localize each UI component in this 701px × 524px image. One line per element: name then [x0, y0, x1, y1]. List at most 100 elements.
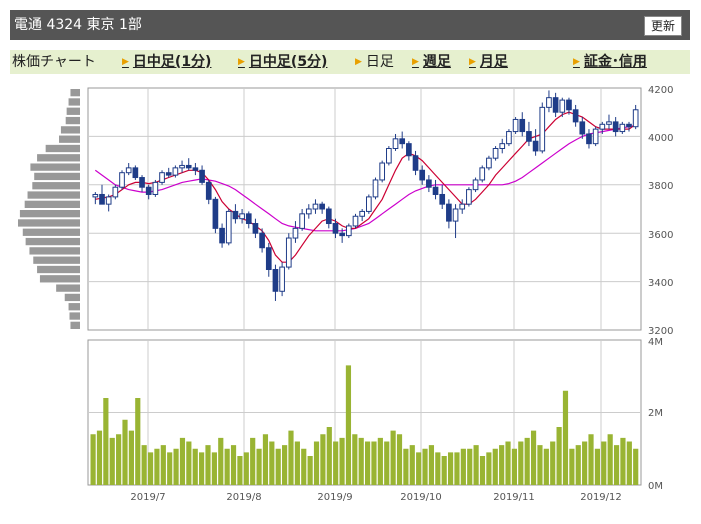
volume-profile-bar — [59, 135, 80, 143]
volume-bar — [122, 419, 128, 485]
volume-bar — [626, 441, 632, 485]
volume-profile-bar — [18, 219, 80, 227]
candle-body — [292, 227, 299, 239]
candle-body — [472, 179, 479, 191]
candle-body — [352, 215, 359, 227]
candle-body — [572, 109, 579, 123]
volume-bar — [594, 448, 600, 485]
volume-bar — [588, 434, 594, 485]
volume-profile-bar — [24, 200, 80, 208]
candle-body — [479, 167, 486, 181]
volume-bar — [262, 434, 269, 485]
volume-bar — [141, 445, 147, 485]
volume-bar — [345, 365, 352, 485]
candle-body — [512, 118, 519, 133]
volume-bar — [192, 448, 198, 485]
volume-profile-bar — [34, 172, 80, 181]
date-tick-label: 2019/11 — [493, 492, 535, 503]
candle-body — [119, 172, 125, 188]
volume-bar — [409, 445, 415, 485]
candle-body — [132, 167, 139, 179]
candle-body — [259, 232, 265, 249]
volume-profile-bar — [64, 293, 80, 302]
candle-body — [446, 203, 452, 222]
candle-body — [199, 169, 205, 183]
volume-tick-label: 0M — [648, 481, 663, 492]
volume-bar — [601, 441, 607, 485]
candle-body — [619, 123, 626, 133]
volume-bar — [282, 445, 288, 485]
volume-profile-bar — [68, 303, 80, 311]
candle-body — [546, 97, 552, 108]
candle-body — [599, 123, 606, 130]
candle-body — [532, 140, 539, 152]
volume-bar — [173, 448, 179, 485]
volume-bar — [486, 452, 492, 485]
volume-bar — [218, 437, 224, 485]
volume-bar — [505, 441, 511, 485]
volume-bar — [371, 441, 377, 485]
candle-body — [626, 123, 632, 128]
volume-bar — [447, 452, 454, 485]
candle-body — [366, 196, 372, 212]
candle-body — [312, 203, 319, 210]
candle-body — [345, 225, 352, 237]
volume-profile-bar — [65, 116, 80, 125]
price-plot-area — [87, 87, 642, 331]
candle-body — [419, 169, 426, 181]
volume-bar — [390, 430, 396, 485]
price-tick-label: 4200 — [648, 85, 673, 96]
candle-body — [399, 138, 406, 145]
volume-profile-bar — [66, 107, 80, 115]
volume-bar — [294, 441, 300, 485]
volume-bar — [211, 452, 217, 485]
volume-profile-bar — [70, 89, 80, 97]
volume-bar — [179, 437, 186, 485]
candle-body — [145, 186, 152, 195]
volume-bar — [135, 398, 141, 485]
volume-bar — [186, 441, 192, 485]
volume-bar — [160, 445, 166, 485]
volume-bar — [441, 456, 447, 485]
candle-body — [225, 210, 232, 244]
stock-chart: 4200 4000 3800 3600 3400 3200 4M 2M 0M 2… — [18, 85, 673, 503]
volume-bar — [633, 448, 639, 485]
volume-bar — [256, 448, 262, 485]
volume-profile-bar — [39, 275, 80, 283]
volume-bar — [250, 437, 256, 485]
volume-profile-bar — [22, 228, 80, 236]
price-tick-label: 3400 — [648, 278, 673, 289]
volume-bar — [109, 437, 115, 485]
volume-profile-bar — [68, 98, 80, 106]
volume-profile-bar — [32, 182, 80, 190]
candle-body — [99, 193, 105, 205]
candle-body — [105, 196, 112, 205]
volume-profile-bar — [69, 312, 80, 320]
candle-body — [92, 193, 99, 198]
candle-body — [506, 131, 512, 145]
candle-body — [339, 232, 345, 237]
candle-body — [612, 121, 619, 133]
candle-body — [125, 167, 132, 174]
volume-bar — [237, 456, 243, 485]
volume-bar — [96, 430, 103, 485]
candle-body — [239, 213, 245, 220]
volume-bar — [103, 398, 109, 485]
candle-body — [212, 198, 219, 229]
volume-profile-bar — [37, 154, 80, 162]
candle-body — [179, 164, 185, 169]
volume-bar — [569, 448, 575, 485]
volume-tick-label: 4M — [648, 337, 663, 348]
volume-bar — [288, 430, 294, 485]
candle-body — [632, 109, 639, 128]
candle-body — [319, 203, 325, 210]
candle-body — [459, 203, 466, 210]
volume-bar — [301, 448, 307, 485]
candle-body — [466, 189, 472, 205]
candle-body — [205, 181, 212, 200]
volume-profile-bar — [70, 321, 80, 329]
volume-bar — [320, 434, 326, 485]
volume-bar — [333, 441, 339, 485]
volume-bar — [275, 448, 281, 485]
candle-body — [606, 121, 612, 125]
